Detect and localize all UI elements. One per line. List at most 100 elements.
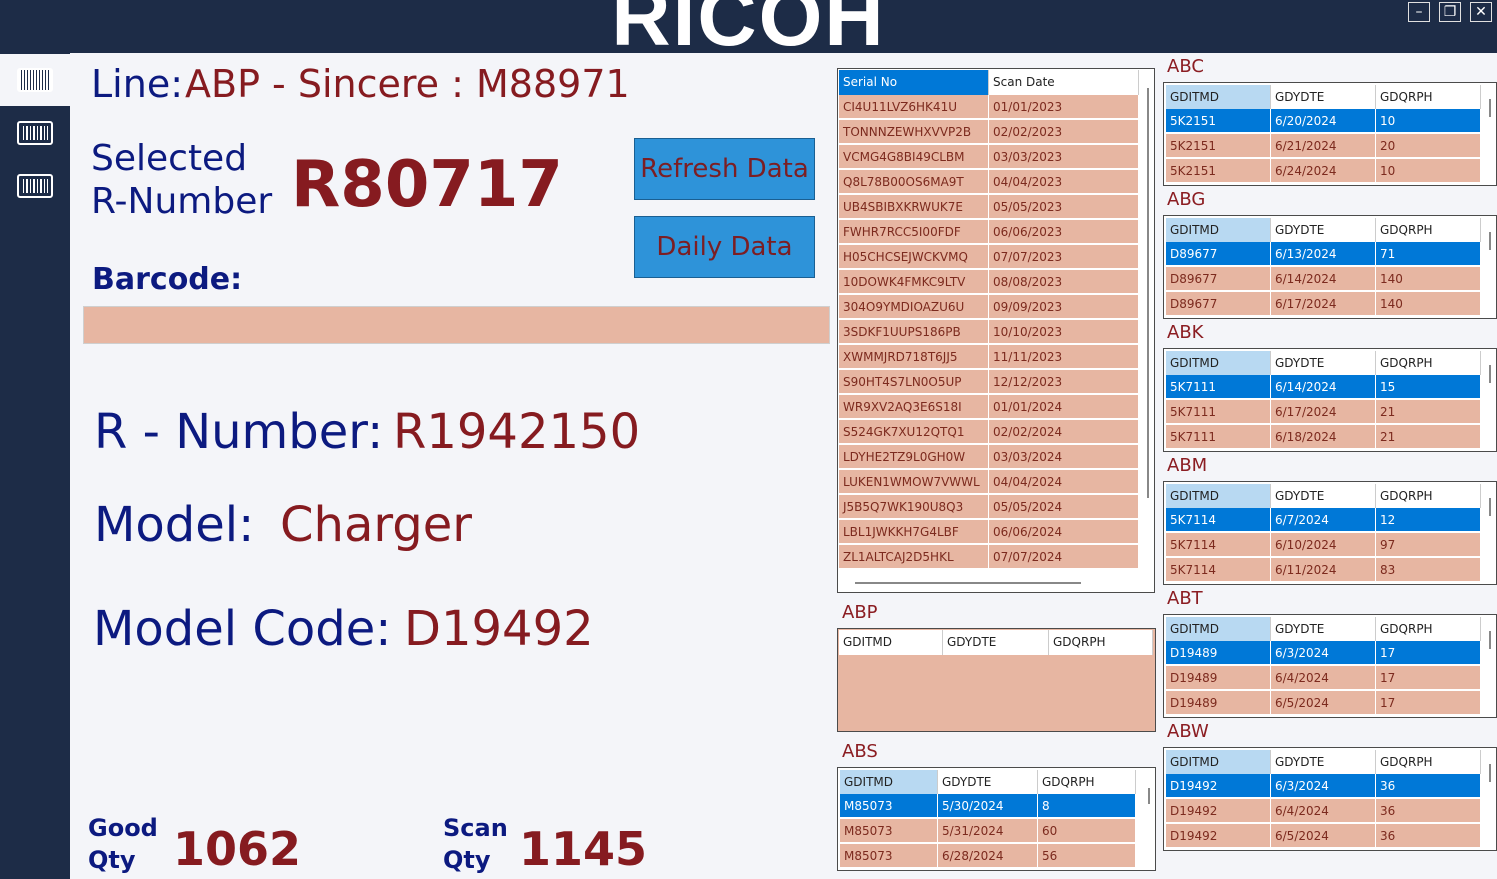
vertical-scrollbar[interactable] <box>1484 351 1496 449</box>
grid-cell[interactable]: 8 <box>1038 794 1136 818</box>
grid-cell[interactable]: J5B5Q7WK190U8Q3 <box>839 495 989 519</box>
grid-cell[interactable]: 140 <box>1376 292 1481 316</box>
grid-cell[interactable]: 304O9YMDIOAZU6U <box>839 295 989 319</box>
line-grid-abw[interactable]: GDITMD GDYDTE GDQRPH D19492 6/3/2024 36 D19492… <box>1163 747 1497 851</box>
column-header[interactable]: Scan Date <box>989 70 1139 95</box>
scrollbar-thumb[interactable] <box>1148 788 1150 804</box>
grid-cell[interactable]: 04/04/2023 <box>989 170 1139 194</box>
grid-cell[interactable]: 36 <box>1376 774 1481 798</box>
scrollbar-thumb[interactable] <box>1489 365 1491 383</box>
column-header[interactable]: GDYDTE <box>1271 85 1376 109</box>
grid-cell[interactable]: D19489 <box>1166 691 1271 715</box>
vertical-scrollbar[interactable] <box>1143 770 1155 868</box>
grid-cell[interactable]: D19492 <box>1166 774 1271 798</box>
grid-cell[interactable]: D19492 <box>1166 799 1271 823</box>
column-header[interactable]: GDQRPH <box>1376 484 1481 508</box>
grid-cell[interactable]: 04/04/2024 <box>989 470 1139 494</box>
horizontal-scrollbar[interactable] <box>839 576 1153 590</box>
grid-cell[interactable]: 6/20/2024 <box>1271 109 1376 133</box>
grid-cell[interactable]: 20 <box>1376 134 1481 158</box>
line-grid-abt[interactable]: GDITMD GDYDTE GDQRPH D19489 6/3/2024 17 D19489… <box>1163 614 1497 718</box>
grid-cell[interactable]: M85073 <box>840 794 938 818</box>
grid-cell[interactable]: 71 <box>1376 242 1481 266</box>
grid-cell[interactable]: TONNNZEWHXVVP2B <box>839 120 989 144</box>
vertical-scrollbar[interactable] <box>1484 484 1496 582</box>
grid-cell[interactable]: 5K2151 <box>1166 159 1271 183</box>
grid-cell[interactable]: VCMG4G8BI49CLBM <box>839 145 989 169</box>
grid-cell[interactable]: S524GK7XU12QTQ1 <box>839 420 989 444</box>
grid-cell[interactable]: 21 <box>1376 400 1481 424</box>
grid-cell[interactable]: 36 <box>1376 824 1481 848</box>
grid-cell[interactable]: LBL1JWKKH7G4LBF <box>839 520 989 544</box>
grid-cell[interactable]: S90HT4S7LN0O5UP <box>839 370 989 394</box>
scrollbar-thumb[interactable] <box>1489 232 1491 250</box>
column-header[interactable]: GDITMD <box>1166 85 1271 109</box>
grid-cell[interactable]: 3SDKF1UUPS186PB <box>839 320 989 344</box>
grid-cell[interactable]: 6/14/2024 <box>1271 375 1376 399</box>
grid-cell[interactable]: WR9XV2AQ3E6S18I <box>839 395 989 419</box>
column-header[interactable]: GDYDTE <box>1271 351 1376 375</box>
grid-cell[interactable]: 5K7111 <box>1166 425 1271 449</box>
grid-cell[interactable]: 140 <box>1376 267 1481 291</box>
column-header[interactable]: GDYDTE <box>1271 484 1376 508</box>
grid-cell[interactable]: D19492 <box>1166 824 1271 848</box>
line-grid-abp[interactable]: GDITMD GDYDTE GDQRPH <box>837 628 1156 732</box>
grid-cell[interactable]: 07/07/2023 <box>989 245 1139 269</box>
scrollbar-thumb[interactable] <box>1147 88 1149 498</box>
column-header[interactable]: GDQRPH <box>1376 85 1481 109</box>
grid-cell[interactable]: 5K7111 <box>1166 400 1271 424</box>
scrollbar-thumb[interactable] <box>1489 99 1491 117</box>
line-grid-abm[interactable]: GDITMD GDYDTE GDQRPH 5K7114 6/7/2024 12 5K7114… <box>1163 481 1497 585</box>
grid-cell[interactable]: D19489 <box>1166 666 1271 690</box>
scrollbar-thumb[interactable] <box>1489 764 1491 782</box>
grid-cell[interactable]: 6/24/2024 <box>1271 159 1376 183</box>
grid-cell[interactable]: 05/05/2023 <box>989 195 1139 219</box>
grid-cell[interactable]: 07/07/2024 <box>989 545 1139 569</box>
grid-cell[interactable]: 17 <box>1376 691 1481 715</box>
grid-cell[interactable]: 15 <box>1376 375 1481 399</box>
grid-cell[interactable]: H05CHCSEJWCKVMQ <box>839 245 989 269</box>
grid-cell[interactable]: 5K7111 <box>1166 375 1271 399</box>
column-header[interactable]: GDQRPH <box>1376 617 1481 641</box>
column-header[interactable]: GDITMD <box>840 770 938 794</box>
grid-cell[interactable]: 83 <box>1376 558 1481 582</box>
grid-cell[interactable]: CI4U11LVZ6HK41U <box>839 95 989 119</box>
line-grid-abc[interactable]: GDITMD GDYDTE GDQRPH 5K2151 6/20/2024 10 5K215… <box>1163 82 1497 186</box>
grid-cell[interactable]: 01/01/2024 <box>989 395 1139 419</box>
grid-cell[interactable]: 56 <box>1038 844 1136 868</box>
grid-cell[interactable]: FWHR7RCC5I00FDF <box>839 220 989 244</box>
column-header[interactable]: GDYDTE <box>938 770 1038 794</box>
grid-cell[interactable]: 6/28/2024 <box>938 844 1038 868</box>
grid-cell[interactable]: 6/4/2024 <box>1271 799 1376 823</box>
grid-cell[interactable]: 21 <box>1376 425 1481 449</box>
grid-cell[interactable]: 12 <box>1376 508 1481 532</box>
grid-cell[interactable]: UB4SBIBXKRWUK7E <box>839 195 989 219</box>
grid-cell[interactable]: 6/10/2024 <box>1271 533 1376 557</box>
grid-cell[interactable]: 5/31/2024 <box>938 819 1038 843</box>
column-header[interactable]: GDQRPH <box>1038 770 1136 794</box>
refresh-data-button[interactable]: Refresh Data <box>634 138 815 200</box>
grid-cell[interactable]: 6/5/2024 <box>1271 824 1376 848</box>
grid-cell[interactable]: D89677 <box>1166 242 1271 266</box>
sidebar-item-scan[interactable] <box>0 54 70 106</box>
daily-data-button[interactable]: Daily Data <box>634 216 815 278</box>
grid-cell[interactable]: 10DOWK4FMKC9LTV <box>839 270 989 294</box>
grid-cell[interactable]: 6/14/2024 <box>1271 267 1376 291</box>
column-header[interactable]: GDQRPH <box>1376 351 1481 375</box>
vertical-scrollbar[interactable] <box>1142 70 1154 591</box>
grid-cell[interactable]: 5K2151 <box>1166 109 1271 133</box>
grid-cell[interactable]: 6/17/2024 <box>1271 292 1376 316</box>
column-header[interactable]: GDQRPH <box>1049 630 1153 655</box>
grid-cell[interactable]: 06/06/2023 <box>989 220 1139 244</box>
grid-cell[interactable]: 03/03/2024 <box>989 445 1139 469</box>
grid-cell[interactable]: 17 <box>1376 641 1481 665</box>
column-header[interactable]: GDQRPH <box>1376 750 1481 774</box>
grid-cell[interactable]: 6/4/2024 <box>1271 666 1376 690</box>
vertical-scrollbar[interactable] <box>1484 85 1496 183</box>
minimize-button[interactable]: – <box>1408 2 1430 22</box>
grid-cell[interactable]: 09/09/2023 <box>989 295 1139 319</box>
grid-cell[interactable]: 10/10/2023 <box>989 320 1139 344</box>
grid-cell[interactable]: 6/18/2024 <box>1271 425 1376 449</box>
grid-cell[interactable]: 08/08/2023 <box>989 270 1139 294</box>
line-grid-abs[interactable]: GDITMD GDYDTE GDQRPH M85073 5/30/2024 8 M85073… <box>837 767 1156 871</box>
